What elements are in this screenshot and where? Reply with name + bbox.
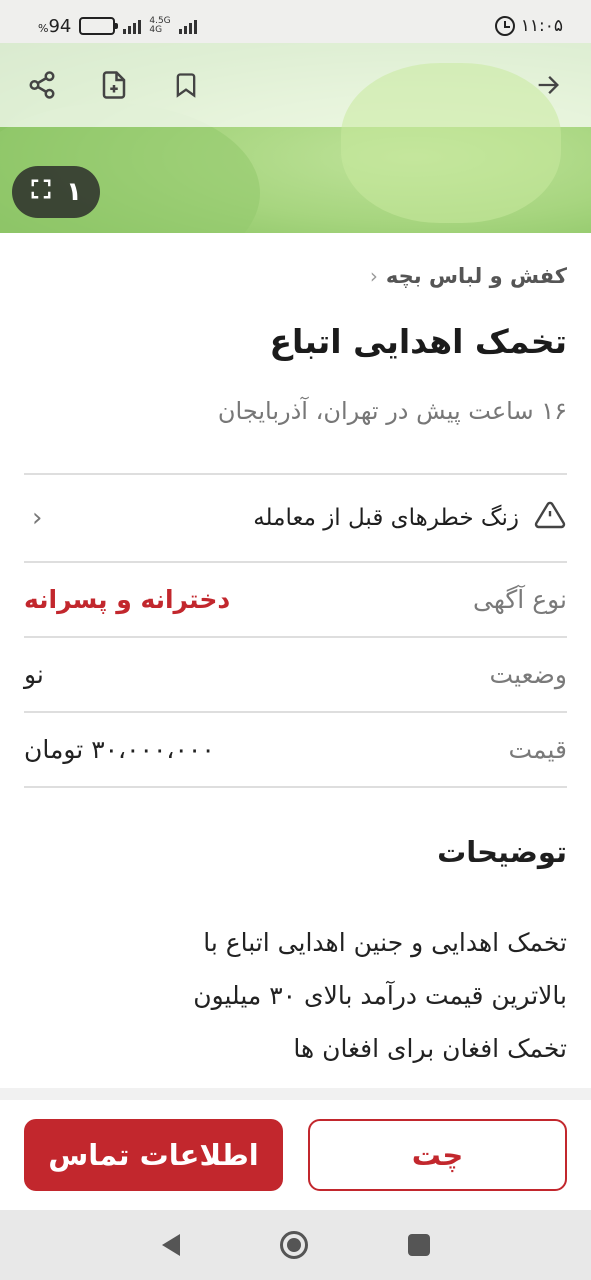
share-icon[interactable] [20, 63, 64, 107]
action-bar: اطلاعات تماس چت [0, 1088, 591, 1210]
description-line: تخمک اهدایی و جنین اهدایی اتباع با [203, 928, 567, 957]
breadcrumb[interactable]: کفش و لباس بچه ‹ [24, 233, 567, 317]
detail-label: قیمت [508, 735, 568, 764]
contact-info-button[interactable]: اطلاعات تماس [24, 1119, 283, 1191]
network-bottom-label: 4G [149, 25, 163, 35]
image-toolbar [0, 43, 591, 127]
status-right: ۱۱:۰۵ [494, 16, 563, 36]
detail-row-price: قیمت ۳۰،۰۰۰،۰۰۰ تومان [24, 713, 567, 786]
image-count: ۱ [66, 177, 82, 207]
status-left: % 94 4.5G 4G [38, 16, 197, 37]
add-note-icon[interactable] [92, 63, 136, 107]
warning-row[interactable]: زنگ خطرهای قبل از معامله ‹ [24, 475, 567, 561]
detail-value: دخترانه و پسرانه [24, 585, 231, 614]
detail-value: ۳۰،۰۰۰،۰۰۰ تومان [24, 735, 215, 764]
warning-label: زنگ خطرهای قبل از معامله [253, 505, 519, 531]
listing-image[interactable]: ۱ [0, 43, 591, 233]
chat-button[interactable]: چت [308, 1119, 567, 1191]
home-icon[interactable] [279, 1231, 308, 1259]
listing-content: کفش و لباس بچه ‹ تخمک اهدایی اتباع ۱۶ سا… [24, 233, 567, 1075]
battery-level: 94 [48, 15, 72, 37]
bookmark-icon[interactable] [164, 63, 208, 107]
signal-icon-2 [178, 18, 197, 34]
back-icon[interactable] [161, 1234, 180, 1256]
fullscreen-icon [30, 177, 52, 207]
network-type: 4.5G 4G [149, 17, 170, 35]
arrow-right-icon[interactable] [526, 63, 570, 107]
detail-row-type: نوع آگهی دخترانه و پسرانه [24, 563, 567, 636]
page-title: تخمک اهدایی اتباع [269, 322, 567, 361]
recents-icon[interactable] [407, 1234, 430, 1256]
alarm-icon [494, 16, 515, 36]
description-line: بالاترین قیمت درآمد بالای ۳۰ میلیون [193, 981, 567, 1010]
post-time-location: ۱۶ ساعت پیش در تهران، آذربایجان [217, 397, 567, 425]
chevron-left-icon: ‹ [369, 264, 378, 288]
warning-main: زنگ خطرهای قبل از معامله [253, 499, 567, 537]
chevron-left-icon: ‹ [32, 503, 43, 533]
breadcrumb-label[interactable]: کفش و لباس بچه [386, 264, 567, 288]
description-title: توضیحات [437, 835, 567, 869]
detail-row-status: وضعیت نو [24, 638, 567, 711]
clock: ۱۱:۰۵ [520, 16, 563, 36]
description-line: تخمک افغان برای افغان ها [293, 1034, 567, 1063]
battery-icon [79, 17, 119, 35]
battery-percent: % 94 [38, 16, 71, 37]
percent-sign: % [38, 21, 49, 35]
image-counter[interactable]: ۱ [12, 166, 100, 218]
warning-icon [533, 499, 567, 537]
detail-label: نوع آگهی [473, 585, 567, 614]
system-nav-bar [0, 1210, 591, 1280]
detail-label: وضعیت [489, 660, 567, 689]
detail-value: نو [24, 660, 44, 689]
description-text: تخمک اهدایی و جنین اهدایی اتباع با بالات… [24, 916, 567, 1075]
signal-icon [123, 18, 142, 34]
